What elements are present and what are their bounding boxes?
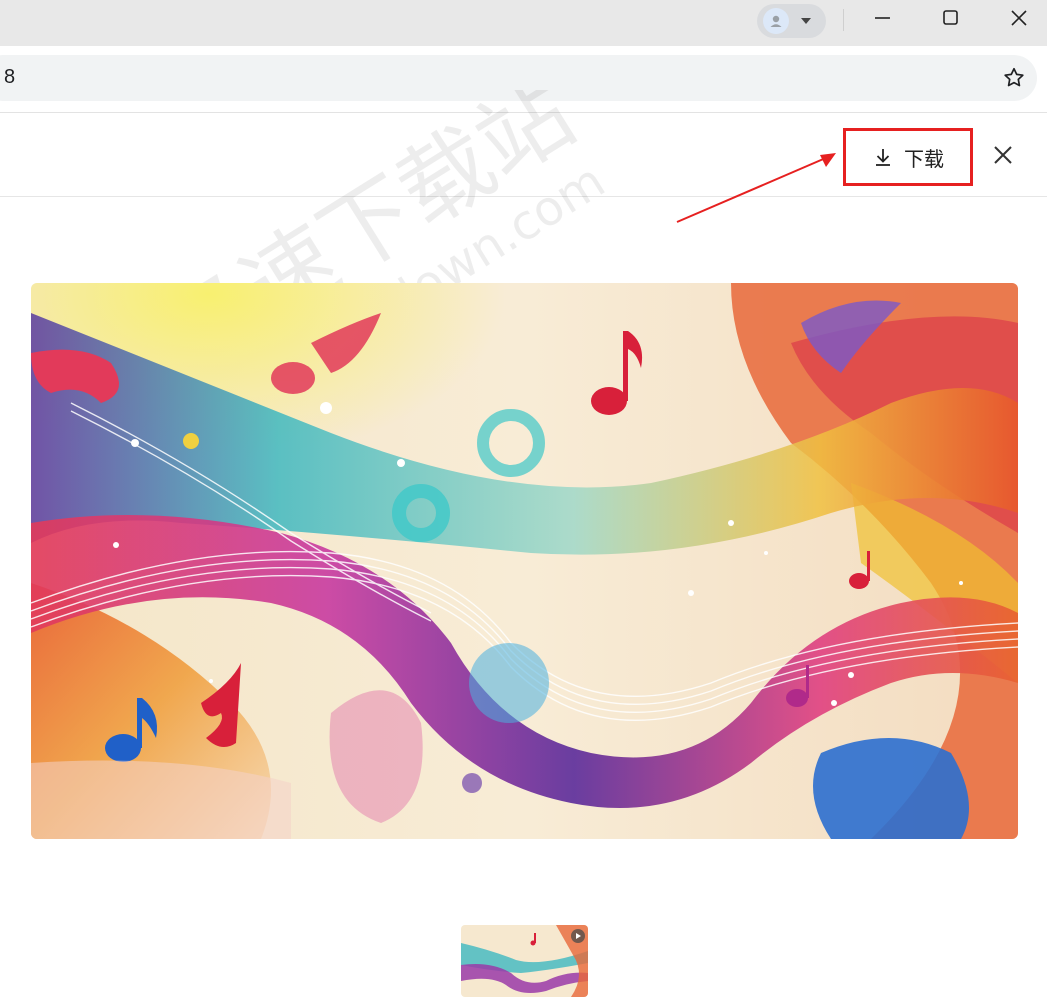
download-icon [876,149,890,166]
browser-titlebar [0,0,1047,46]
close-viewer-button[interactable] [989,141,1017,169]
address-bar[interactable]: 8 [0,55,1037,101]
annotation-arrow [676,153,836,223]
thumbnail-item[interactable] [461,925,588,997]
minimize-button[interactable] [848,0,916,36]
minimize-icon [875,17,890,19]
profile-avatar-icon [763,8,789,34]
download-label: 下载 [904,148,944,171]
chevron-down-icon [801,18,811,24]
titlebar-divider [843,9,844,31]
maximize-button[interactable] [916,0,984,36]
star-icon[interactable] [1002,66,1026,90]
close-icon [1011,10,1027,26]
address-bar-area: 8 [0,46,1047,112]
close-icon [994,146,1012,164]
viewer-header-divider [0,196,1047,197]
url-text[interactable]: 8 [4,66,15,89]
window-close-button[interactable] [984,0,1047,36]
profile-menu-button[interactable] [757,4,826,38]
preview-image [31,283,1018,839]
maximize-icon [943,10,958,25]
download-button[interactable]: 下载 [843,128,973,186]
